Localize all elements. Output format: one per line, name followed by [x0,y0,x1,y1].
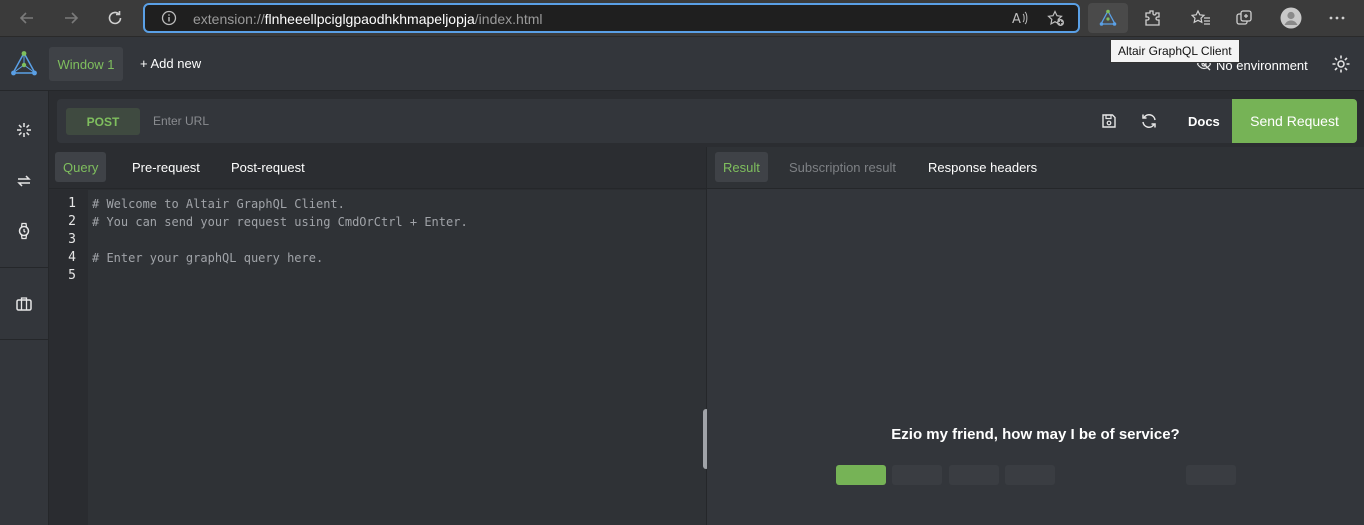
tab-response-headers[interactable]: Response headers [920,152,1045,182]
action-button[interactable] [949,465,999,485]
result-tabs: Result Subscription result Response head… [707,147,1364,189]
query-editor[interactable]: # Welcome to Altair GraphQL Client. # Yo… [88,190,706,525]
sidebar-divider [0,339,48,340]
favorite-add-icon[interactable] [1047,10,1065,32]
sidebar-collections-icon[interactable] [0,285,48,323]
sidebar-divider [0,267,48,268]
collections-icon[interactable] [1232,6,1258,30]
info-icon[interactable] [161,10,177,31]
url-input[interactable] [153,110,1053,132]
extensions-icon[interactable] [1139,6,1165,30]
forward-icon[interactable] [58,6,84,30]
query-pane: Query Pre-request Post-request 1 2 3 4 5… [49,147,706,525]
read-aloud-icon[interactable]: A [1011,10,1029,31]
http-method-selector[interactable]: POST [66,108,140,135]
line-number-gutter: 1 2 3 4 5 [49,190,88,525]
query-tabs: Query Pre-request Post-request [49,147,706,189]
tab-subscription-result[interactable]: Subscription result [781,152,904,182]
code-line: # You can send your request using CmdOrC… [92,215,468,229]
altair-logo-icon [10,50,38,78]
action-button-primary[interactable] [836,465,886,485]
more-menu-icon[interactable] [1324,6,1350,30]
tab-query[interactable]: Query [55,152,107,182]
line-number: 1 [68,196,76,211]
tab-post-request[interactable]: Post-request [223,152,313,182]
save-icon[interactable] [1099,111,1119,131]
code-line: # Enter your graphQL query here. [92,251,324,265]
sidebar-watch-icon[interactable] [0,212,48,250]
address-bar[interactable]: extension://flnheeellpciglgpaodhkhmapelj… [143,3,1080,33]
docs-button[interactable]: Docs [1188,114,1220,129]
line-number: 4 [68,250,76,265]
settings-gear-icon[interactable] [1331,54,1351,74]
favorites-icon[interactable] [1188,6,1214,30]
action-button[interactable] [1005,465,1055,485]
reload-docs-icon[interactable] [1139,111,1159,131]
code-line: # Welcome to Altair GraphQL Client. [92,197,345,211]
action-button[interactable] [1186,465,1236,485]
sidebar-loading-icon[interactable] [0,111,48,149]
result-greeting: Ezio my friend, how may I be of service? [891,426,1180,443]
address-text: extension://flnheeellpciglgpaodhkhmapelj… [193,11,543,27]
tab-pre-request[interactable]: Pre-request [124,152,208,182]
altair-extension-button[interactable] [1088,3,1128,33]
line-number: 3 [68,232,76,247]
add-new-window-button[interactable]: + Add new [140,56,201,71]
result-pane: Result Subscription result Response head… [707,147,1364,525]
line-number: 5 [68,268,76,283]
svg-text:A: A [1012,12,1021,26]
refresh-icon[interactable] [102,6,128,30]
action-button[interactable] [892,465,942,485]
left-sidebar [0,91,49,525]
line-number: 2 [68,214,76,229]
send-request-button[interactable]: Send Request [1232,99,1357,143]
back-icon[interactable] [14,6,40,30]
tab-result[interactable]: Result [715,152,768,182]
sidebar-history-icon[interactable] [0,162,48,200]
request-url-bar: POST Docs Send Request [57,99,1357,143]
window-tab[interactable]: Window 1 [49,47,123,81]
extension-tooltip: Altair GraphQL Client [1110,39,1240,63]
browser-toolbar: extension://flnheeellpciglgpaodhkhmapelj… [0,0,1364,37]
profile-avatar-icon[interactable] [1278,6,1304,30]
altair-extension-icon [1099,9,1117,32]
